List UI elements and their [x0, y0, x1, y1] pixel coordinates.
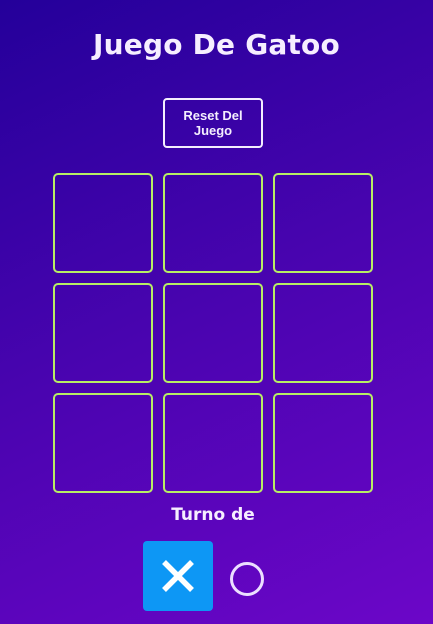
board-cell-5[interactable]	[163, 283, 263, 383]
board-cell-3[interactable]	[273, 173, 373, 273]
x-mark-icon	[162, 560, 194, 592]
reset-game-button[interactable]: Reset Del Juego	[163, 98, 263, 148]
circle-icon	[230, 562, 264, 596]
game-board	[53, 173, 373, 493]
board-cell-6[interactable]	[273, 283, 373, 383]
board-cell-9[interactable]	[273, 393, 373, 493]
board-cell-8[interactable]	[163, 393, 263, 493]
turn-label: Turno de	[171, 505, 255, 525]
board-cell-4[interactable]	[53, 283, 153, 383]
turn-indicator-x	[143, 541, 213, 611]
game-title: Juego De Gatoo	[93, 28, 340, 61]
board-cell-2[interactable]	[163, 173, 263, 273]
board-cell-7[interactable]	[53, 393, 153, 493]
board-cell-1[interactable]	[53, 173, 153, 273]
